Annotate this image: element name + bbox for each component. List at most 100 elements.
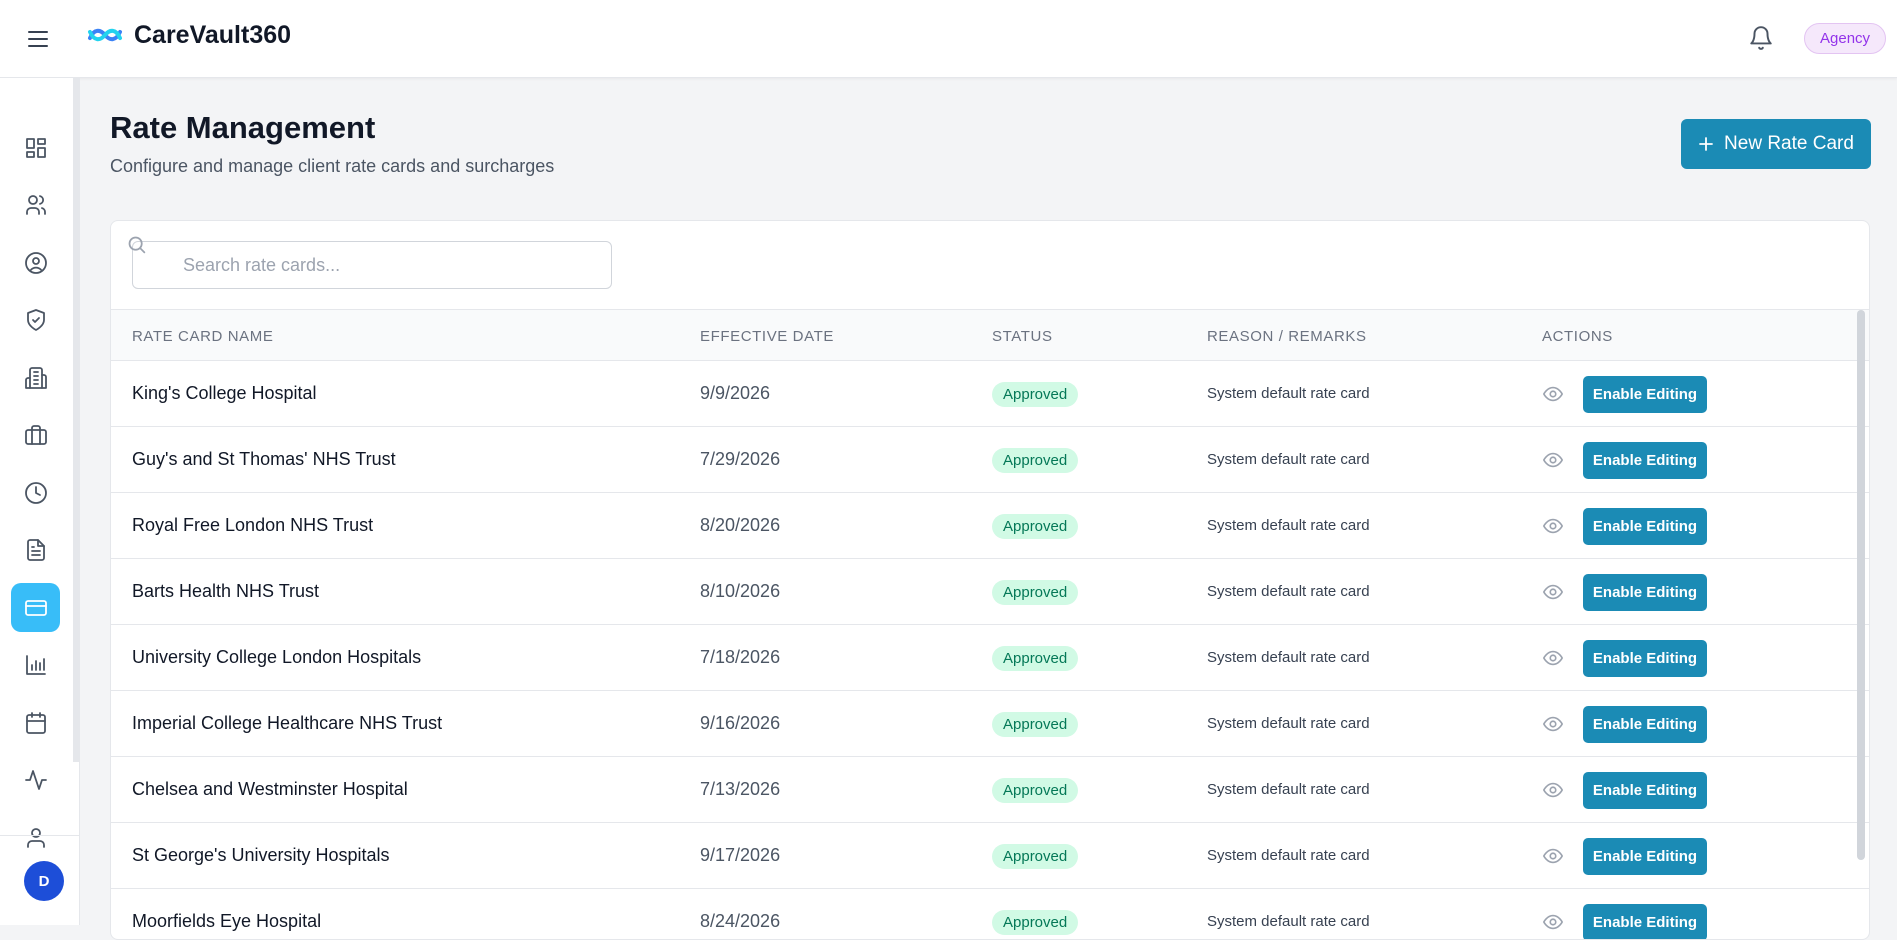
table-header: RATE CARD NAME EFFECTIVE DATE STATUS REA…	[111, 309, 1869, 361]
search-input[interactable]: Search rate cards...	[132, 241, 612, 289]
status-badge: Approved	[992, 580, 1079, 605]
column-header-effective-date[interactable]: EFFECTIVE DATE	[700, 328, 834, 345]
effective-date: 7/13/2026	[700, 779, 781, 799]
rate-card-name[interactable]: St George's University Hospitals	[132, 845, 390, 866]
reason-text: System default rate card	[1207, 781, 1370, 798]
reason-text: System default rate card	[1207, 385, 1370, 402]
calendar-icon[interactable]	[11, 698, 60, 747]
column-header-status[interactable]: STATUS	[992, 328, 1053, 345]
credit-card-icon[interactable]	[11, 583, 60, 632]
column-header-reason[interactable]: REASON / REMARKS	[1207, 328, 1367, 345]
effective-date: 8/20/2026	[700, 515, 781, 535]
role-badge[interactable]: Agency	[1804, 23, 1887, 54]
table-row[interactable]: St George's University Hospitals 9/17/202…	[111, 823, 1869, 889]
effective-date: 7/29/2026	[700, 449, 781, 469]
enable-editing-button[interactable]: Enable Editing	[1583, 640, 1707, 677]
shield-check-icon[interactable]	[11, 295, 60, 344]
column-header-actions: ACTIONS	[1542, 328, 1613, 345]
view-eye-icon[interactable]	[1542, 779, 1564, 801]
new-rate-card-button[interactable]: New Rate Card	[1681, 119, 1871, 169]
rate-card-name[interactable]: University College London Hospitals	[132, 647, 421, 668]
page-title: Rate Management	[110, 110, 376, 145]
rate-card-name[interactable]: Moorfields Eye Hospital	[132, 911, 321, 932]
rate-card-name[interactable]: Chelsea and Westminster Hospital	[132, 779, 408, 800]
reason-text: System default rate card	[1207, 715, 1370, 732]
view-eye-icon[interactable]	[1542, 581, 1564, 603]
notification-bell-icon[interactable]	[1748, 24, 1774, 52]
view-eye-icon[interactable]	[1542, 449, 1564, 471]
status-badge: Approved	[992, 844, 1079, 869]
reason-text: System default rate card	[1207, 517, 1370, 534]
enable-editing-button[interactable]: Enable Editing	[1583, 706, 1707, 743]
enable-editing-button[interactable]: Enable Editing	[1583, 574, 1707, 611]
reason-text: System default rate card	[1207, 451, 1370, 468]
table-row[interactable]: King's College Hospital 9/9/2026 Approved S…	[111, 361, 1869, 427]
status-badge: Approved	[992, 910, 1079, 935]
logo-icon	[88, 28, 122, 42]
search-icon	[128, 236, 146, 254]
effective-date: 7/18/2026	[700, 647, 781, 667]
document-icon[interactable]	[11, 525, 60, 574]
status-badge: Approved	[992, 448, 1079, 473]
reason-text: System default rate card	[1207, 913, 1370, 930]
enable-editing-button[interactable]: Enable Editing	[1583, 376, 1707, 413]
dashboard-icon[interactable]	[11, 123, 60, 172]
table-row[interactable]: University College London Hospitals 7/18/…	[111, 625, 1869, 691]
bar-chart-icon[interactable]	[11, 640, 60, 689]
view-eye-icon[interactable]	[1542, 647, 1564, 669]
clock-icon[interactable]	[11, 468, 60, 517]
table-row[interactable]: Moorfields Eye Hospital 8/24/2026 Approved…	[111, 889, 1869, 939]
plus-icon	[1699, 137, 1713, 151]
view-eye-icon[interactable]	[1542, 713, 1564, 735]
table-row[interactable]: Chelsea and Westminster Hospital 7/13/202…	[111, 757, 1869, 823]
rate-card-name[interactable]: Barts Health NHS Trust	[132, 581, 319, 602]
user-circle-icon[interactable]	[11, 238, 60, 287]
enable-editing-button[interactable]: Enable Editing	[1583, 904, 1707, 939]
enable-editing-button[interactable]: Enable Editing	[1583, 772, 1707, 809]
new-rate-card-label: New Rate Card	[1724, 133, 1854, 154]
users-icon[interactable]	[11, 180, 60, 229]
effective-date: 8/10/2026	[700, 581, 781, 601]
page-subtitle: Configure and manage client rate cards a…	[110, 156, 555, 176]
status-badge: Approved	[992, 514, 1079, 539]
status-badge: Approved	[992, 778, 1079, 803]
view-eye-icon[interactable]	[1542, 383, 1564, 405]
table-row[interactable]: Guy's and St Thomas' NHS Trust 7/29/2026 A…	[111, 427, 1869, 493]
rate-cards-panel: Search rate cards... RATE CARD NAME EFFE…	[110, 220, 1870, 940]
briefcase-icon[interactable]	[11, 410, 60, 459]
reason-text: System default rate card	[1207, 847, 1370, 864]
enable-editing-button[interactable]: Enable Editing	[1583, 838, 1707, 875]
enable-editing-button[interactable]: Enable Editing	[1583, 442, 1707, 479]
activity-icon[interactable]	[11, 755, 60, 804]
rate-card-name[interactable]: Royal Free London NHS Trust	[132, 515, 373, 536]
sidebar-scrollbar[interactable]	[73, 78, 79, 762]
column-header-name[interactable]: RATE CARD NAME	[132, 328, 273, 345]
menu-icon[interactable]	[24, 25, 52, 53]
view-eye-icon[interactable]	[1542, 515, 1564, 537]
view-eye-icon[interactable]	[1542, 911, 1564, 933]
status-badge: Approved	[992, 382, 1079, 407]
app-name: CareVault360	[134, 20, 292, 49]
main-scrollbar[interactable]	[1857, 310, 1865, 860]
reason-text: System default rate card	[1207, 649, 1370, 666]
reason-text: System default rate card	[1207, 583, 1370, 600]
avatar[interactable]: D	[24, 861, 64, 901]
rate-card-name[interactable]: Imperial College Healthcare NHS Trust	[132, 713, 442, 734]
sidebar-divider	[0, 835, 79, 836]
user-icon[interactable]	[11, 813, 60, 862]
top-bar: CareVault360 Agency	[0, 0, 1897, 78]
rate-card-name[interactable]: Guy's and St Thomas' NHS Trust	[132, 449, 396, 470]
table-row[interactable]: Barts Health NHS Trust 8/10/2026 Approved S…	[111, 559, 1869, 625]
view-eye-icon[interactable]	[1542, 845, 1564, 867]
effective-date: 9/16/2026	[700, 713, 781, 733]
table-row[interactable]: Imperial College Healthcare NHS Trust 9/1…	[111, 691, 1869, 757]
effective-date: 9/9/2026	[700, 383, 771, 403]
status-badge: Approved	[992, 712, 1079, 737]
effective-date: 8/24/2026	[700, 911, 781, 931]
building-icon[interactable]	[11, 353, 60, 402]
enable-editing-button[interactable]: Enable Editing	[1583, 508, 1707, 545]
table-row[interactable]: Royal Free London NHS Trust 8/20/2026 Appr…	[111, 493, 1869, 559]
rate-card-name[interactable]: King's College Hospital	[132, 383, 317, 404]
status-badge: Approved	[992, 646, 1079, 671]
brand[interactable]: CareVault360	[84, 20, 291, 50]
